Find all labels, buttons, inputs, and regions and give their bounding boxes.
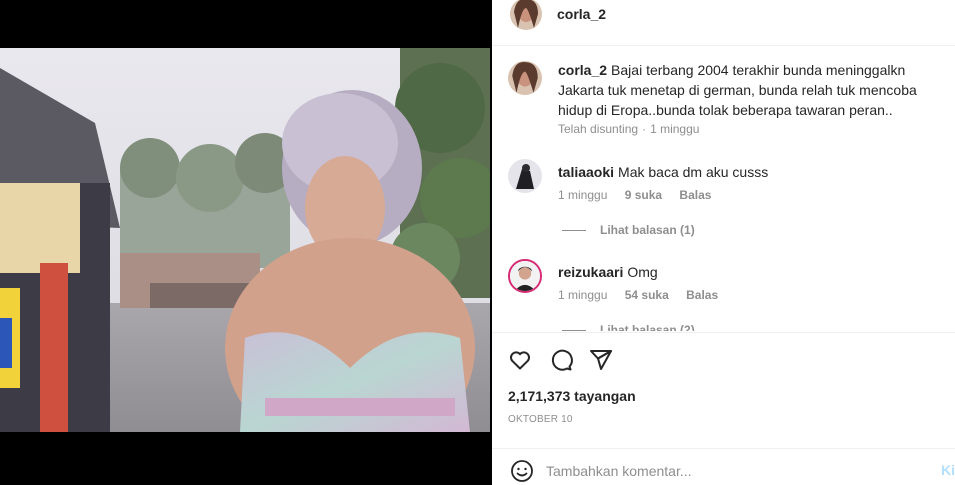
video-frame <box>0 48 490 432</box>
author-username[interactable]: corla_2 <box>557 6 606 22</box>
comment-input[interactable] <box>546 459 926 483</box>
reply-button[interactable]: Balas <box>679 188 711 202</box>
comment-time[interactable]: 1 minggu <box>558 288 607 302</box>
comment-text: Mak baca dm aku cusss <box>618 164 769 180</box>
caption-edited-label: Telah disunting <box>558 122 639 136</box>
author-avatar[interactable] <box>510 0 542 30</box>
comment-text: Omg <box>627 264 658 280</box>
comment-likes[interactable]: 9 suka <box>625 188 662 202</box>
comment-avatar[interactable] <box>508 159 542 193</box>
add-comment-bar: Ki <box>492 448 955 485</box>
comment-likes[interactable]: 54 suka <box>625 288 669 302</box>
replies-line <box>562 230 586 232</box>
view-replies-button[interactable]: Lihat balasan (2) <box>562 323 695 331</box>
caption-username[interactable]: corla_2 <box>558 62 607 78</box>
replies-line <box>562 330 586 331</box>
comment-username[interactable]: taliaaoki <box>558 164 614 180</box>
comments-list[interactable]: corla_2 Bajai terbang 2004 terakhir bunda… <box>492 47 955 331</box>
caption-body: corla_2 Bajai terbang 2004 terakhir bunda… <box>558 60 947 120</box>
media-pane <box>0 0 492 485</box>
view-count[interactable]: 2,171,373 tayangan <box>508 388 636 404</box>
post-comment-button[interactable]: Ki <box>941 462 955 478</box>
comment-icon[interactable] <box>549 348 573 372</box>
comment-time[interactable]: 1 minggu <box>558 188 607 202</box>
reply-button[interactable]: Balas <box>686 288 718 302</box>
caption-time[interactable]: 1 minggu <box>650 122 699 136</box>
heart-icon[interactable] <box>508 348 532 372</box>
comment-avatar[interactable] <box>508 259 542 293</box>
emoji-icon[interactable] <box>510 459 534 483</box>
post-header: corla_2 <box>492 0 955 46</box>
caption-meta: Telah disunting · 1 minggu <box>558 122 713 136</box>
view-replies-label: Lihat balasan (1) <box>600 223 695 237</box>
comment-body: taliaaoki Mak baca dm aku cusss <box>558 162 947 182</box>
comment-username[interactable]: reizukaari <box>558 264 623 280</box>
share-icon[interactable] <box>589 348 613 372</box>
comment-meta: 1 minggu 54 suka Balas <box>558 288 732 302</box>
post-date[interactable]: OKTOBER 10 <box>508 414 573 425</box>
post-actions: 2,171,373 tayangan OKTOBER 10 <box>492 332 955 442</box>
view-replies-button[interactable]: Lihat balasan (1) <box>562 223 695 237</box>
caption-separator: · <box>642 122 647 136</box>
caption-avatar[interactable] <box>508 61 542 95</box>
comment-body: reizukaari Omg <box>558 262 947 282</box>
post-side-panel: corla_2 corla_2 Bajai terbang 2004 terakh… <box>492 0 955 485</box>
caption-text: Bajai terbang 2004 terakhir bunda mening… <box>558 62 917 118</box>
comment-meta: 1 minggu 9 suka Balas <box>558 188 725 202</box>
view-replies-label: Lihat balasan (2) <box>600 323 695 331</box>
video-player[interactable] <box>0 48 490 432</box>
